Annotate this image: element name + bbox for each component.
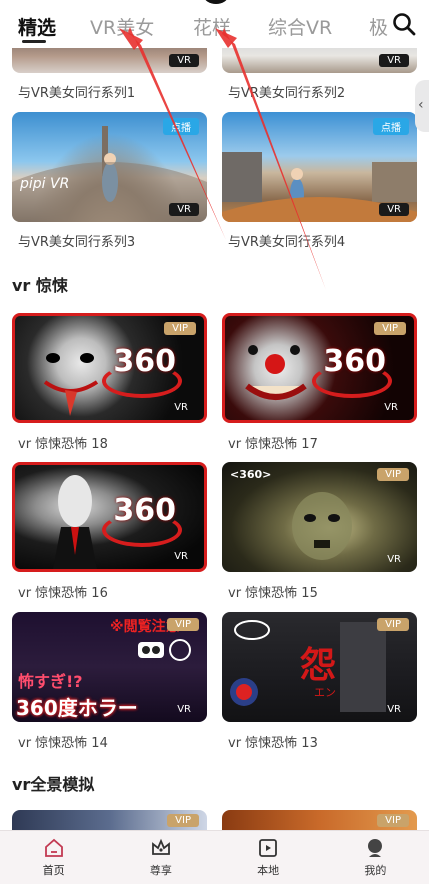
home-icon <box>44 838 63 857</box>
nav-label: 首页 <box>42 864 65 877</box>
rotation-arc <box>312 364 392 398</box>
vr-badge: VR <box>177 704 191 715</box>
video-card[interactable]: 360 VR vr 惊悚恐怖 16 <box>12 462 207 601</box>
vr-badge: VR <box>384 402 398 413</box>
nav-label: 尊享 <box>149 864 172 877</box>
vip-badge: VIP <box>164 322 196 335</box>
tab-general-vr[interactable]: 综合VR <box>268 13 332 40</box>
vip-badge: VIP <box>377 618 409 631</box>
video-title[interactable]: 与VR美女同行系列1 <box>18 82 135 101</box>
camera-notch <box>204 0 228 4</box>
video-card[interactable]: VIP <box>12 810 207 830</box>
video-card[interactable]: 360 VIP VR vr 惊悚恐怖 18 <box>12 313 207 452</box>
video-thumbnail[interactable]: 360 VIP VR <box>12 313 207 423</box>
video-title[interactable]: vr 惊悚恐怖 17 <box>228 433 318 452</box>
video-thumbnail[interactable]: VIP <box>222 810 417 830</box>
video-title[interactable]: 与VR美女同行系列4 <box>228 231 345 250</box>
360-vr-icon <box>234 620 270 640</box>
local-video-icon <box>259 839 278 857</box>
search-icon[interactable] <box>391 11 417 37</box>
overlay-title: 360度ホラー <box>16 696 138 720</box>
bottom-navigation-bar: 首页 尊享 本地 我的 <box>0 830 429 884</box>
video-thumbnail[interactable]: 点播 VR <box>222 112 417 222</box>
tab-extreme[interactable]: 极 <box>369 13 388 40</box>
video-card[interactable]: <360> VIP VR vr 惊悚恐怖 15 <box>222 462 417 601</box>
video-title[interactable]: vr 惊悚恐怖 18 <box>18 433 108 452</box>
nav-premium[interactable]: 尊享 <box>107 831 214 884</box>
video-card[interactable]: 360 VIP VR vr 惊悚恐怖 17 <box>222 313 417 452</box>
on-demand-badge: 点播 <box>373 118 409 135</box>
video-title[interactable]: 与VR美女同行系列3 <box>18 231 135 250</box>
video-card[interactable]: VIP <box>222 810 417 830</box>
overlay-kanji: 怨 <box>300 645 337 686</box>
vr-badge: VR <box>387 554 401 565</box>
watermark: pipi VR <box>20 176 70 192</box>
video-thumbnail[interactable]: ※閲覧注意 怖すぎ!? 360度ホラー VIP VR <box>12 612 207 722</box>
active-tab-indicator <box>22 40 46 43</box>
rotation-arc <box>102 364 182 398</box>
nav-label: 我的 <box>364 864 387 877</box>
crown-icon <box>151 838 170 855</box>
video-thumbnail[interactable]: VIP <box>12 810 207 830</box>
top-tab-bar: 精选 VR美女 花样 综合VR 极 <box>0 0 429 48</box>
video-card[interactable]: 点播 VR 与VR美女同行系列4 <box>222 112 417 250</box>
vip-badge: VIP <box>377 814 409 827</box>
overlay-kana: エン <box>314 686 336 699</box>
vr-badge: VR <box>174 402 188 413</box>
vr-badge: VR <box>379 203 409 216</box>
overlay-text: 怖すぎ!? <box>18 672 83 691</box>
video-title[interactable]: vr 惊悚恐怖 16 <box>18 582 108 601</box>
chevron-left-icon: ‹ <box>418 97 424 113</box>
vip-badge: VIP <box>167 814 199 827</box>
video-thumbnail[interactable]: 360 VIP VR <box>222 313 417 423</box>
video-title[interactable]: vr 惊悚恐怖 15 <box>228 582 318 601</box>
video-title[interactable]: 与VR美女同行系列2 <box>228 82 345 101</box>
side-drawer-handle[interactable]: ‹ <box>415 80 429 132</box>
vip-badge: VIP <box>374 322 406 335</box>
video-card[interactable]: 点播 pipi VR VR 与VR美女同行系列3 <box>12 112 207 250</box>
video-thumbnail[interactable]: <360> VIP VR <box>222 462 417 572</box>
section-title: vr全景模拟 <box>12 775 95 794</box>
vr-badge: VR <box>174 551 188 562</box>
vr-badge: VR <box>169 203 199 216</box>
tab-fancy[interactable]: 花样 <box>193 13 231 40</box>
vip-badge: VIP <box>167 618 199 631</box>
nav-profile[interactable]: 我的 <box>322 831 429 884</box>
rotation-arc <box>102 513 182 547</box>
video-thumbnail[interactable]: 点播 pipi VR VR <box>12 112 207 222</box>
nav-label: 本地 <box>257 864 280 877</box>
vr-headset-icon <box>138 639 191 661</box>
video-card[interactable]: ※閲覧注意 怖すぎ!? 360度ホラー VIP VR vr 惊悚恐怖 14 <box>12 612 207 751</box>
video-thumbnail[interactable]: 怨 エン VIP VR <box>222 612 417 722</box>
on-demand-badge: 点播 <box>163 118 199 135</box>
nav-local[interactable]: 本地 <box>215 831 322 884</box>
vr-badge: VR <box>387 704 401 715</box>
section-title: vr 惊悚 <box>12 276 68 295</box>
nav-home[interactable]: 首页 <box>0 831 107 884</box>
video-card[interactable]: 怨 エン VIP VR vr 惊悚恐怖 13 <box>222 612 417 751</box>
vr-badge: VR <box>379 54 409 67</box>
tab-vr-beauty[interactable]: VR美女 <box>90 13 154 40</box>
video-title[interactable]: vr 惊悚恐怖 13 <box>228 732 318 751</box>
vip-badge: VIP <box>377 468 409 481</box>
profile-icon <box>368 839 383 857</box>
vr-badge: VR <box>169 54 199 67</box>
tab-featured[interactable]: 精选 <box>18 13 56 40</box>
video-thumbnail[interactable]: 360 VR <box>12 462 207 572</box>
overlay-360-text: <360> <box>230 468 272 481</box>
video-title[interactable]: vr 惊悚恐怖 14 <box>18 732 108 751</box>
